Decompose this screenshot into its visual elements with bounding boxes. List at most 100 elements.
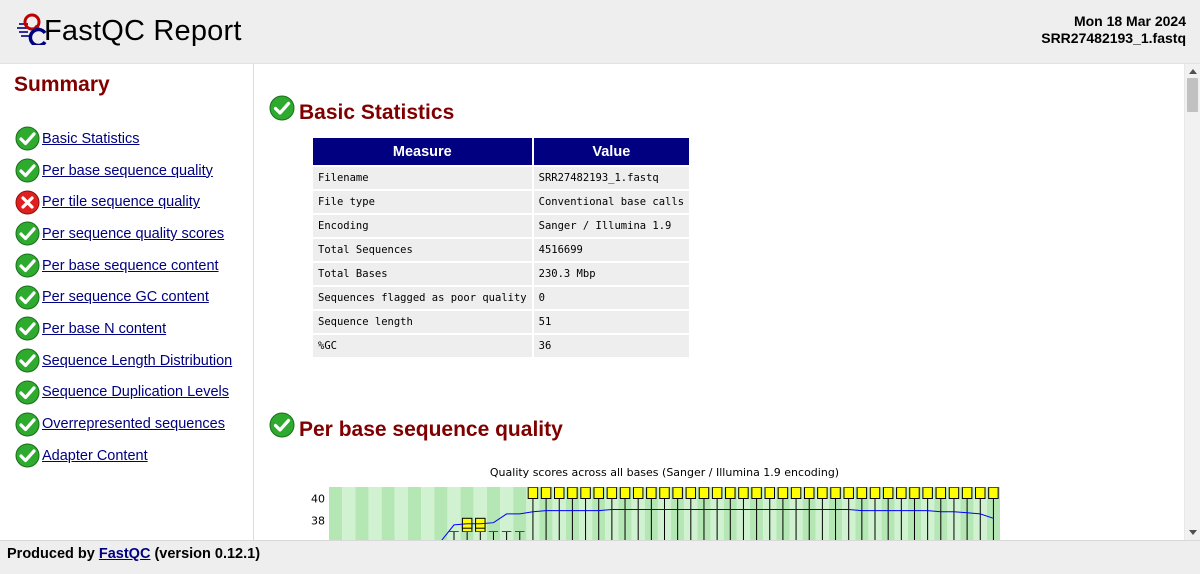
chart-title: Quality scores across all bases (Sanger … — [490, 466, 839, 479]
column-header-value: Value — [534, 138, 689, 165]
box — [936, 488, 945, 499]
box — [699, 488, 708, 499]
box — [594, 488, 603, 499]
pass-icon — [15, 348, 40, 373]
fail-icon — [15, 190, 40, 215]
per-base-quality-heading: Per base sequence quality — [269, 418, 563, 442]
box — [870, 488, 879, 499]
summary-item: Sequence Duplication Levels — [15, 377, 232, 409]
pass-icon — [15, 316, 40, 341]
background-band — [342, 487, 355, 540]
summary-item: Overrepresented sequences — [15, 408, 232, 440]
box — [528, 488, 537, 499]
background-band — [421, 487, 434, 540]
summary-link[interactable]: Per tile sequence quality — [42, 194, 200, 210]
main-content: Basic Statistics Measure Value FilenameS… — [254, 64, 1184, 540]
value-cell: 51 — [534, 311, 689, 333]
box — [752, 488, 761, 499]
value-cell: 4516699 — [534, 239, 689, 261]
pass-icon — [15, 380, 40, 405]
y-tick-label: 38 — [311, 515, 325, 528]
pass-icon — [15, 221, 40, 246]
box — [791, 488, 800, 499]
box — [568, 488, 577, 499]
background-band — [355, 487, 368, 540]
footer-text: Produced by FastQC (version 0.12.1) — [7, 546, 260, 562]
measure-cell: Encoding — [313, 215, 532, 237]
summary-link[interactable]: Per base sequence content — [42, 258, 219, 274]
box — [897, 488, 906, 499]
pass-icon — [15, 158, 40, 183]
basic-statistics-title: Basic Statistics — [299, 101, 454, 125]
measure-cell: Filename — [313, 167, 532, 189]
value-cell: Conventional base calls — [534, 191, 689, 213]
summary-link[interactable]: Overrepresented sequences — [42, 416, 225, 432]
report-title: FastQC Report — [44, 15, 242, 48]
box — [962, 488, 971, 499]
background-band — [434, 487, 447, 540]
summary-link[interactable]: Sequence Length Distribution — [42, 353, 232, 369]
summary-link[interactable]: Per sequence GC content — [42, 289, 209, 305]
box — [883, 488, 892, 499]
summary-list: Basic Statistics Per base sequence qualit… — [15, 123, 232, 472]
table-row: Sequence length51 — [313, 311, 689, 333]
summary-sidebar: Summary Basic StatisticsPer base sequenc… — [0, 64, 254, 540]
quality-boxplot-chart: Quality scores across all bases (Sanger … — [284, 462, 1024, 540]
scrollbar-thumb[interactable] — [1187, 78, 1198, 112]
summary-link[interactable]: Adapter Content — [42, 448, 148, 464]
summary-item: Per base sequence content — [15, 250, 232, 282]
measure-cell: Total Sequences — [313, 239, 532, 261]
measure-cell: File type — [313, 191, 532, 213]
basic-statistics-table: Measure Value FilenameSRR27482193_1.fast… — [311, 136, 691, 359]
summary-item: Per base sequence quality — [15, 155, 232, 187]
table-row: Sequences flagged as poor quality0 — [313, 287, 689, 309]
box — [804, 488, 813, 499]
box — [844, 488, 853, 499]
summary-link[interactable]: Per base sequence quality — [42, 163, 213, 179]
scroll-down-arrow-icon[interactable] — [1189, 530, 1197, 535]
pass-icon — [269, 412, 295, 438]
box — [712, 488, 721, 499]
summary-link[interactable]: Per sequence quality scores — [42, 226, 224, 242]
summary-link[interactable]: Basic Statistics — [42, 131, 140, 147]
scroll-up-arrow-icon[interactable] — [1189, 69, 1197, 74]
summary-link[interactable]: Sequence Duplication Levels — [42, 384, 229, 400]
background-band — [395, 487, 408, 540]
pass-icon — [269, 95, 295, 121]
report-header: FastQC Report Mon 18 Mar 2024 SRR2748219… — [0, 0, 1200, 64]
table-row: FilenameSRR27482193_1.fastq — [313, 167, 689, 189]
value-cell: SRR27482193_1.fastq — [534, 167, 689, 189]
measure-cell: Sequence length — [313, 311, 532, 333]
column-header-measure: Measure — [313, 138, 532, 165]
measure-cell: Sequences flagged as poor quality — [313, 287, 532, 309]
background-band — [329, 487, 342, 540]
pass-icon — [15, 443, 40, 468]
footer-suffix: (version 0.12.1) — [150, 546, 260, 562]
box — [976, 488, 985, 499]
pass-icon — [15, 412, 40, 437]
value-cell: 230.3 Mbp — [534, 263, 689, 285]
report-date: Mon 18 Mar 2024 — [1074, 13, 1186, 29]
background-band — [408, 487, 421, 540]
measure-cell: Total Bases — [313, 263, 532, 285]
box — [462, 518, 471, 528]
basic-statistics-heading: Basic Statistics — [269, 101, 454, 125]
pass-icon — [15, 285, 40, 310]
table-row: Total Sequences4516699 — [313, 239, 689, 261]
measure-cell: %GC — [313, 335, 532, 357]
summary-link[interactable]: Per base N content — [42, 321, 166, 337]
summary-item: Per sequence quality scores — [15, 218, 232, 250]
report-filename: SRR27482193_1.fastq — [1041, 30, 1186, 46]
vertical-scrollbar[interactable] — [1184, 64, 1200, 540]
background-band — [368, 487, 381, 540]
fastqc-link[interactable]: FastQC — [99, 546, 151, 562]
box — [541, 488, 550, 499]
summary-item: Sequence Length Distribution — [15, 345, 232, 377]
table-row: File typeConventional base calls — [313, 191, 689, 213]
box — [949, 488, 958, 499]
box — [620, 488, 629, 499]
value-cell: 0 — [534, 287, 689, 309]
box — [660, 488, 669, 499]
box — [831, 488, 840, 499]
box — [989, 488, 998, 499]
